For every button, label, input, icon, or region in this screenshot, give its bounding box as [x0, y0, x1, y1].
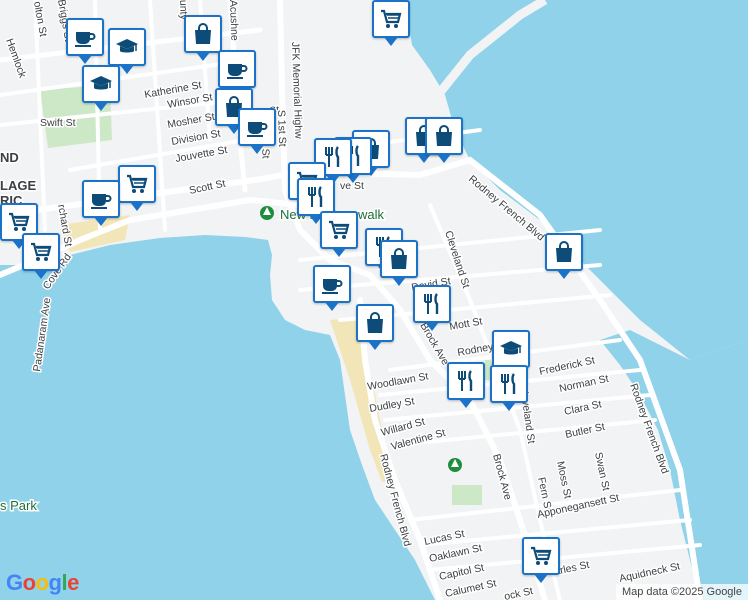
fork-knife-icon	[308, 186, 323, 207]
map-marker-cart[interactable]	[320, 211, 358, 257]
marker-box	[492, 330, 530, 376]
marker-box	[108, 28, 146, 74]
map-marker-cart[interactable]	[372, 0, 410, 46]
street-label: Acushne	[227, 0, 240, 41]
marker-box	[313, 265, 351, 311]
map-marker-school[interactable]	[82, 65, 120, 111]
marker-box	[545, 233, 583, 279]
coffee-cup-icon	[322, 279, 343, 294]
map-marker-bag[interactable]	[380, 240, 418, 286]
coffee-cup-icon	[227, 64, 248, 79]
street-label: S 1st St	[275, 110, 288, 147]
marker-box	[522, 537, 560, 583]
map-marker-cart[interactable]	[22, 233, 60, 279]
map-marker-dining[interactable]	[490, 365, 528, 411]
map-attribution: Map data ©2025 Google	[615, 584, 748, 600]
map-marker-bag[interactable]	[184, 15, 222, 61]
shopping-cart-icon	[9, 212, 30, 231]
marker-box	[490, 365, 528, 411]
map-marker-bag[interactable]	[356, 304, 394, 350]
marker-box	[356, 304, 394, 350]
marker-box	[238, 108, 276, 154]
marker-box	[66, 18, 104, 64]
map-marker-dining[interactable]	[447, 362, 485, 408]
street-label: LAGE	[0, 178, 36, 193]
street-label: Swift St	[40, 117, 76, 129]
school-cap-icon	[90, 76, 112, 90]
school-cap-icon	[116, 39, 138, 53]
map-marker-coffee[interactable]	[82, 180, 120, 226]
coffee-cup-icon	[75, 32, 96, 47]
shopping-bag-icon	[195, 23, 211, 44]
map-marker-bag[interactable]	[425, 117, 463, 163]
map-marker-coffee[interactable]	[66, 18, 104, 64]
fork-knife-icon	[501, 373, 516, 394]
marker-box	[82, 180, 120, 226]
map-marker-coffee[interactable]	[238, 108, 276, 154]
map-marker-cart[interactable]	[118, 165, 156, 211]
shopping-bag-icon	[436, 125, 452, 146]
street-label: ND	[0, 150, 19, 165]
map-marker-bag[interactable]	[545, 233, 583, 279]
marker-box	[320, 211, 358, 257]
fork-knife-icon	[458, 370, 473, 391]
shopping-cart-icon	[329, 220, 350, 239]
school-cap-icon	[500, 341, 522, 355]
map-marker-cart[interactable]	[522, 537, 560, 583]
shopping-bag-icon	[391, 248, 407, 269]
marker-box	[184, 15, 222, 61]
shopping-cart-icon	[31, 242, 52, 261]
shopping-cart-icon	[381, 9, 402, 28]
park-south	[452, 485, 482, 505]
marker-box	[22, 233, 60, 279]
shopping-bag-icon	[556, 241, 572, 262]
marker-box	[372, 0, 410, 46]
poi-label: s Park	[0, 498, 37, 513]
marker-box	[82, 65, 120, 111]
map-marker-coffee[interactable]	[313, 265, 351, 311]
marker-box	[118, 165, 156, 211]
shopping-bag-icon	[367, 312, 383, 333]
fork-knife-icon	[424, 293, 439, 314]
marker-box	[425, 117, 463, 163]
coffee-cup-icon	[91, 194, 112, 209]
poi-park-south[interactable]	[448, 458, 462, 472]
coffee-cup-icon	[247, 122, 268, 137]
map-marker-dining[interactable]	[413, 285, 451, 331]
marker-box	[413, 285, 451, 331]
shopping-cart-icon	[531, 546, 552, 565]
marker-box	[218, 50, 256, 96]
marker-box	[447, 362, 485, 408]
shopping-cart-icon	[127, 174, 148, 193]
marker-box	[380, 240, 418, 286]
google-logo: Google	[6, 570, 79, 595]
